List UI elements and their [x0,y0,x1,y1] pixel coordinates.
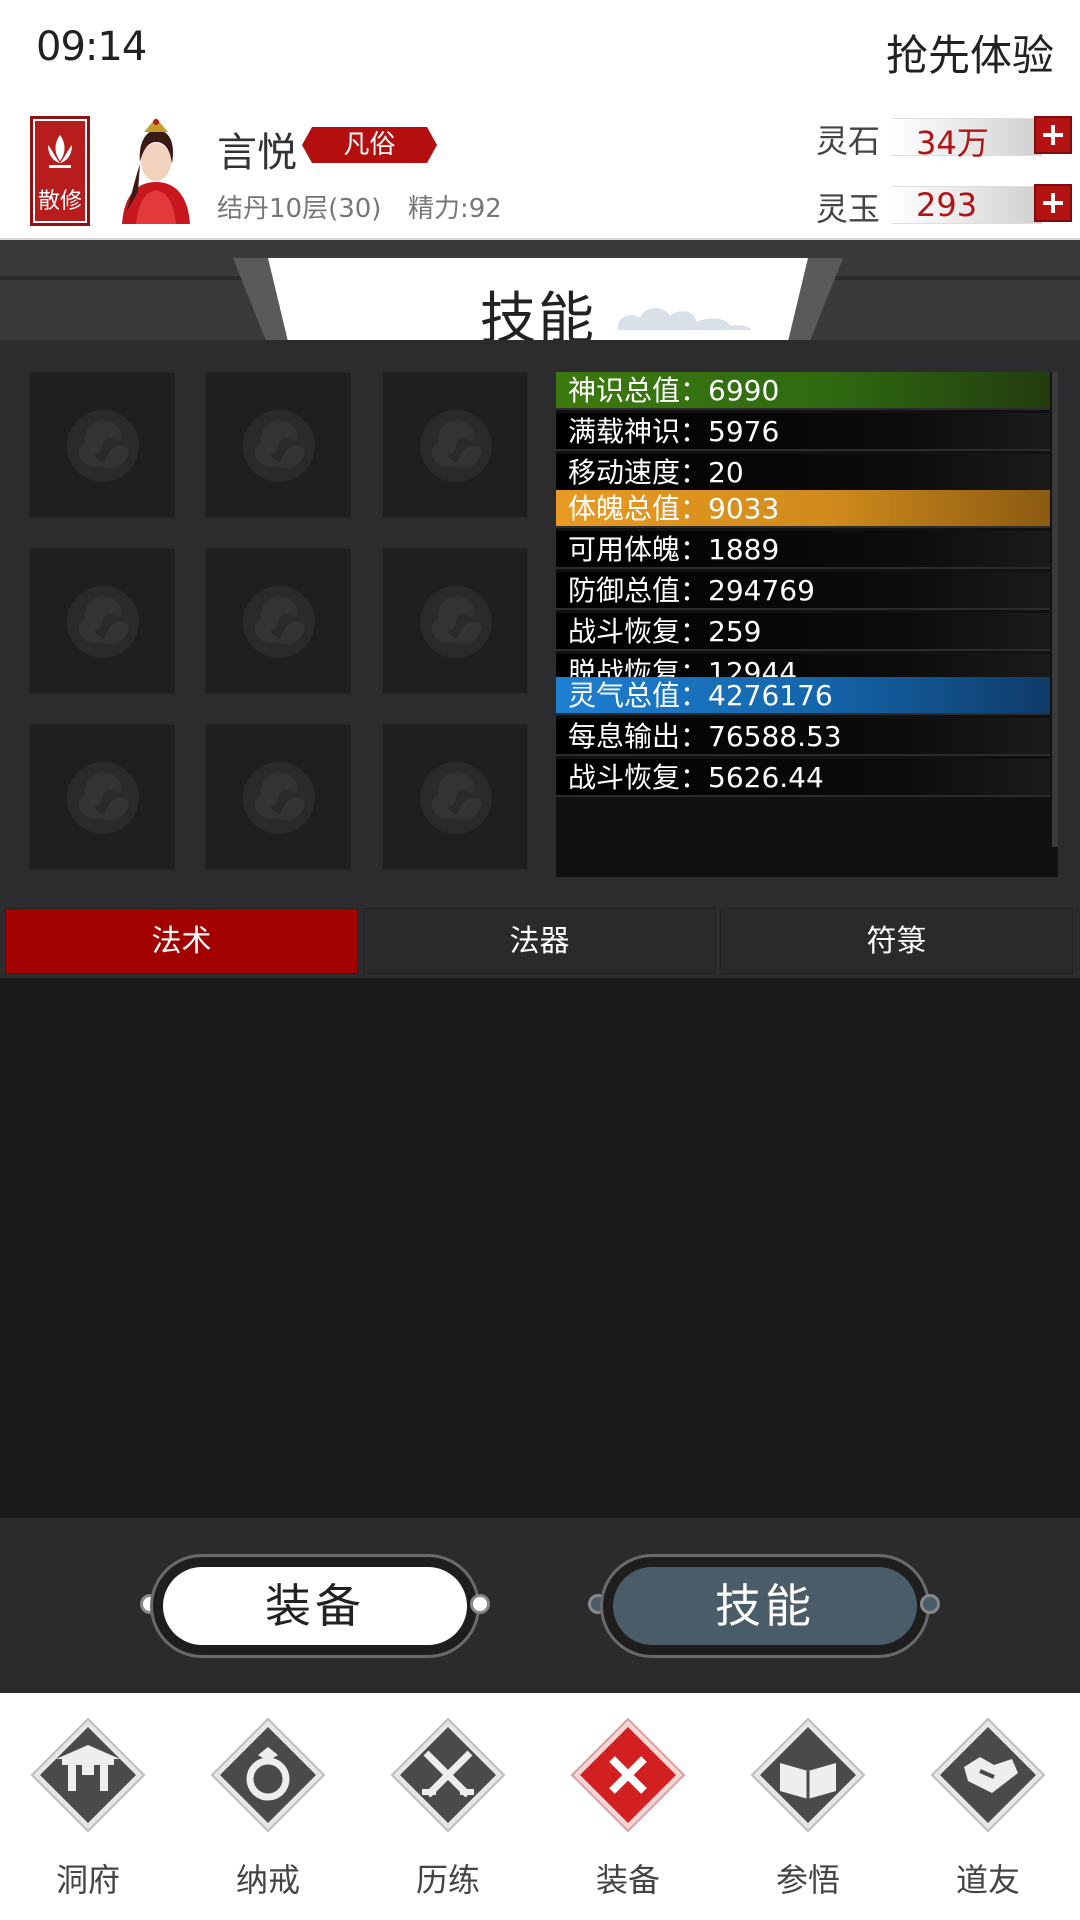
nav-equipment[interactable]: 装备 [558,1715,698,1905]
open-book-icon [750,1717,866,1833]
tab-talismans[interactable]: 符箓 [720,908,1073,974]
nav-cave-residence[interactable]: 洞府 [18,1715,158,1905]
swirl-emblem-icon [67,762,139,834]
equip-knob-right [470,1594,490,1614]
nav-label: 历练 [415,1861,480,1899]
avatar[interactable] [116,112,196,224]
spirit-stone-label: 灵石 [816,122,881,160]
skill-slot-7[interactable] [29,724,175,870]
swirl-emblem-icon [420,586,492,658]
stat-row: 防御总值：294769 [556,572,1050,610]
skill-toggle-frame: 技能 [600,1554,930,1658]
nav-label: 道友 [955,1861,1020,1899]
spirit-jade-label: 灵玉 [816,190,881,228]
sect-badge[interactable]: 散修 [30,116,90,226]
category-tabs: 法术 法器 符箓 [0,898,1080,978]
swirl-emblem-icon [243,410,315,482]
ring-icon [210,1717,326,1833]
stat-row: 可用体魄：1889 [556,531,1050,569]
handshake-icon [930,1717,1046,1833]
bottom-nav: 洞府 纳戒 历练 装备 参悟 道友 [0,1693,1080,1920]
stat-group-header: 灵气总值：4276176 [556,677,1050,715]
title-plate: 技能 [268,258,808,348]
nav-label: 洞府 [55,1861,120,1899]
close-x-icon [570,1717,686,1833]
stat-group-header: 体魄总值：9033 [556,490,1050,528]
stat-row: 战斗恢复：5626.44 [556,759,1050,797]
stat-row: 战斗恢复：259 [556,613,1050,651]
clock: 09:14 [36,24,147,70]
skill-button[interactable]: 技能 [613,1567,917,1645]
skill-slot-2[interactable] [205,372,351,518]
status-bar: 09:14 抢先体验 [0,0,1080,100]
skill-slot-5[interactable] [205,548,351,694]
skill-slot-4[interactable] [29,548,175,694]
swirl-emblem-icon [420,410,492,482]
energy-value: 精力:92 [408,194,502,224]
stats-list[interactable]: 神识总值：6990 满载神识：5976 移动速度：20 体魄总值：9033 可用体魄：1… [556,372,1058,877]
stat-row: 满载神识：5976 [556,413,1050,451]
equip-button[interactable]: 装备 [163,1567,467,1645]
skill-slot-1[interactable] [29,372,175,518]
spirit-stone-value: 34万 [916,124,989,162]
swirl-emblem-icon [67,586,139,658]
tab-spells[interactable]: 法术 [5,908,358,974]
spirit-jade-value: 293 [916,186,978,224]
view-toggle-bar: 装备 技能 [0,1518,1080,1693]
skill-slot-3[interactable] [382,372,528,518]
early-access-label[interactable]: 抢先体验 [886,22,1054,83]
nav-label: 参悟 [775,1861,840,1899]
nav-comprehension[interactable]: 参悟 [738,1715,878,1905]
nav-fellow-daoists[interactable]: 道友 [918,1715,1058,1905]
skill-knob-right [920,1594,940,1614]
swirl-emblem-icon [420,762,492,834]
stat-row: 每息输出：76588.53 [556,718,1050,756]
swirl-emblem-icon [243,586,315,658]
cultivation-level: 结丹10层(30) [217,194,382,224]
skill-slot-6[interactable] [382,548,528,694]
spirit-jade-row: 灵玉 293 [816,182,1072,228]
realm-tag: 凡俗 [302,127,437,163]
nav-storage-ring[interactable]: 纳戒 [198,1715,338,1905]
add-spirit-stone-button[interactable] [1034,116,1072,154]
player-name: 言悦 [217,130,297,176]
add-spirit-jade-button[interactable] [1034,184,1072,222]
nav-label: 纳戒 [235,1861,300,1899]
player-header: 散修 言悦 凡俗 结丹10层(30) 精力:92 灵石 34万 灵玉 293 [0,100,1080,240]
nav-label: 装备 [595,1861,660,1899]
skill-slot-9[interactable] [382,724,528,870]
nav-training[interactable]: 历练 [378,1715,518,1905]
lotus-icon [48,135,72,168]
skill-list-area [0,978,1080,1518]
stat-group-header: 神识总值：6990 [556,372,1050,410]
swirl-emblem-icon [243,762,315,834]
skill-slot-8[interactable] [205,724,351,870]
stats-scrollbar[interactable] [1052,372,1058,847]
tab-artifacts[interactable]: 法器 [363,908,716,974]
gate-icon [30,1717,146,1833]
swirl-emblem-icon [67,410,139,482]
sect-badge-label: 散修 [37,189,82,214]
equip-toggle-frame: 装备 [150,1554,480,1658]
spirit-stone-row: 灵石 34万 [816,114,1072,162]
stat-row: 移动速度：20 [556,454,1050,492]
crossed-swords-icon [390,1717,506,1833]
